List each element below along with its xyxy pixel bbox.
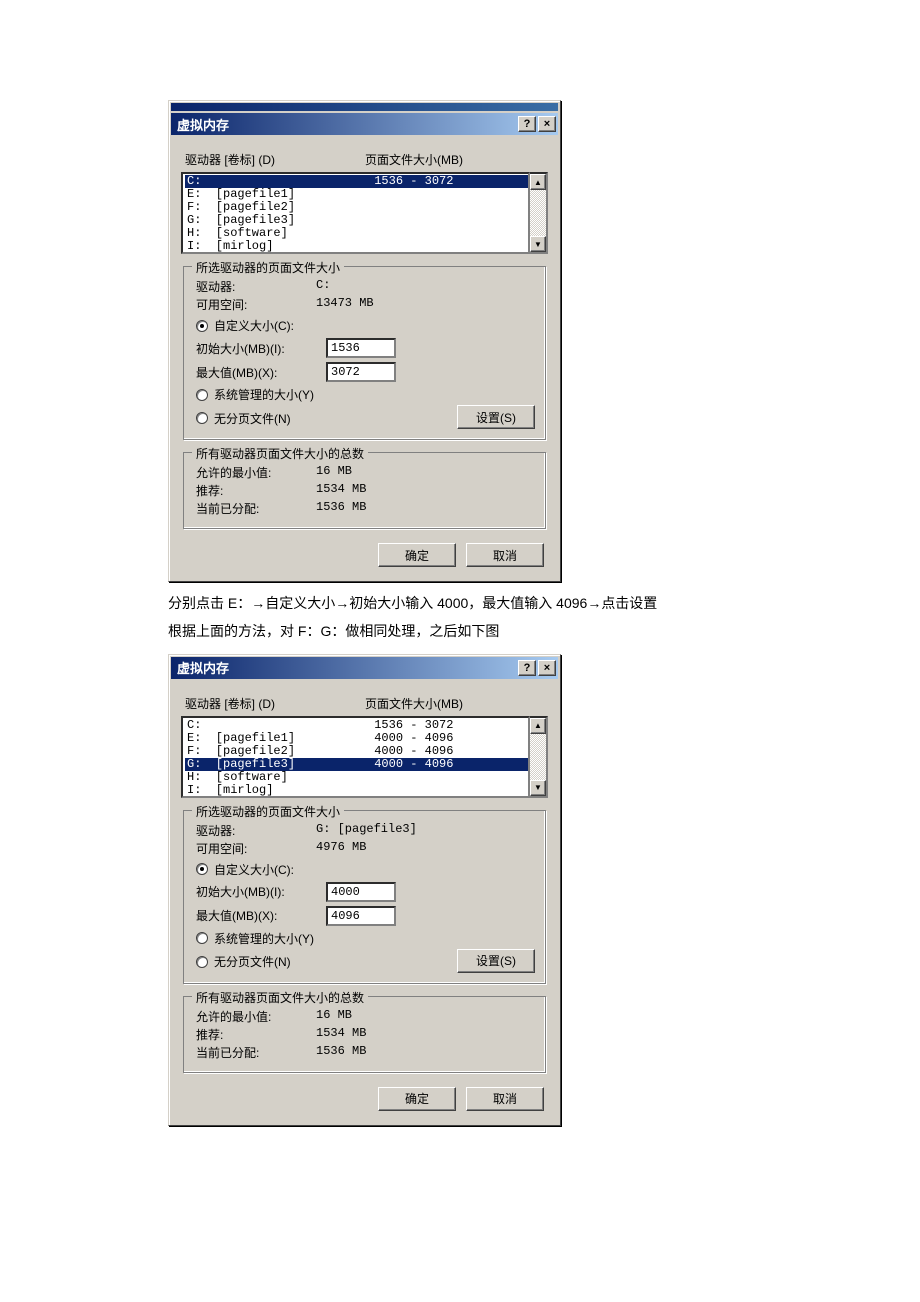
radio-icon [196,863,208,875]
scroll-down-icon[interactable]: ▼ [530,236,546,252]
virtual-memory-dialog-1: 虚拟内存 ? × 驱动器 [卷标] (D) 页面文件大小(MB) C: 1536… [168,100,561,582]
initial-size-input[interactable]: 1536 [326,338,396,358]
help-icon[interactable]: ? [518,116,536,132]
drive-list-item[interactable]: E: [pagefile1] 4000 - 4096 [185,732,528,745]
close-icon[interactable]: × [538,116,556,132]
header-drive: 驱动器 [卷标] (D) [185,695,365,712]
initial-size-input[interactable]: 4000 [326,882,396,902]
group-legend: 所有驱动器页面文件大小的总数 [192,989,368,1006]
cur-value: 1536 MB [316,500,366,517]
titlebar: 虚拟内存 ? × [171,113,558,135]
radio-label: 自定义大小(C): [214,861,294,878]
drive-list-item[interactable]: G: [pagefile3] 4000 - 4096 [185,758,528,771]
scroll-up-icon[interactable]: ▲ [530,174,546,190]
ok-button[interactable]: 确定 [378,543,456,567]
scroll-up-icon[interactable]: ▲ [530,718,546,734]
cur-value: 1536 MB [316,1044,366,1061]
group-legend: 所选驱动器的页面文件大小 [192,803,344,820]
radio-icon [196,389,208,401]
virtual-memory-dialog-2: 虚拟内存 ? × 驱动器 [卷标] (D) 页面文件大小(MB) C: 1536… [168,654,561,1126]
radio-icon [196,412,208,424]
cancel-button[interactable]: 取消 [466,543,544,567]
cancel-button[interactable]: 取消 [466,1087,544,1111]
totals-group: 所有驱动器页面文件大小的总数 允许的最小值:16 MB 推荐:1534 MB 当… [183,452,546,529]
space-label: 可用空间: [196,840,316,857]
max-size-label: 最大值(MB)(X): [196,907,326,924]
drive-label: 驱动器: [196,822,316,839]
drive-value: C: [316,278,330,295]
scrollbar[interactable]: ▲ ▼ [530,716,548,798]
radio-label: 系统管理的大小(Y) [214,386,314,403]
drive-list-item[interactable]: H: [software] [185,771,528,784]
space-value: 13473 MB [316,296,374,313]
drive-value: G: [pagefile3] [316,822,417,839]
radio-custom-size[interactable]: 自定义大小(C): [196,317,535,334]
drive-list-item[interactable]: I: [mirlog] [185,240,528,253]
initial-size-label: 初始大小(MB)(I): [196,883,326,900]
drive-list[interactable]: C: 1536 - 3072E: [pagefile1] 4000 - 4096… [181,716,530,798]
rec-value: 1534 MB [316,1026,366,1043]
titlebar: 虚拟内存 ? × [171,657,558,679]
space-label: 可用空间: [196,296,316,313]
selected-drive-group: 所选驱动器的页面文件大小 驱动器:C: 可用空间:13473 MB 自定义大小(… [183,266,546,440]
list-headers: 驱动器 [卷标] (D) 页面文件大小(MB) [185,151,548,168]
drive-list-item[interactable]: F: [pagefile2] 4000 - 4096 [185,745,528,758]
radio-label: 系统管理的大小(Y) [214,930,314,947]
radio-no-paging-file[interactable]: 无分页文件(N) [196,410,457,427]
totals-group: 所有驱动器页面文件大小的总数 允许的最小值:16 MB 推荐:1534 MB 当… [183,996,546,1073]
drive-list-item[interactable]: I: [mirlog] [185,784,528,797]
help-icon[interactable]: ? [518,660,536,676]
header-pagefile: 页面文件大小(MB) [365,151,463,168]
radio-icon [196,932,208,944]
scrollbar[interactable]: ▲ ▼ [530,172,548,254]
max-size-input[interactable]: 3072 [326,362,396,382]
cur-label: 当前已分配: [196,500,316,517]
radio-label: 自定义大小(C): [214,317,294,334]
min-value: 16 MB [316,464,352,481]
radio-custom-size[interactable]: 自定义大小(C): [196,861,535,878]
set-button[interactable]: 设置(S) [457,949,535,973]
min-value: 16 MB [316,1008,352,1025]
max-size-input[interactable]: 4096 [326,906,396,926]
rec-label: 推荐: [196,482,316,499]
drive-label: 驱动器: [196,278,316,295]
cur-label: 当前已分配: [196,1044,316,1061]
set-button[interactable]: 设置(S) [457,405,535,429]
scroll-down-icon[interactable]: ▼ [530,780,546,796]
drive-list-item[interactable]: C: 1536 - 3072 [185,719,528,732]
dialog-title: 虚拟内存 [177,658,516,677]
radio-icon [196,320,208,332]
ok-button[interactable]: 确定 [378,1087,456,1111]
group-legend: 所有驱动器页面文件大小的总数 [192,445,368,462]
radio-icon [196,956,208,968]
drive-list[interactable]: C: 1536 - 3072E: [pagefile1] F: [pagefil… [181,172,530,254]
max-size-label: 最大值(MB)(X): [196,364,326,381]
group-legend: 所选驱动器的页面文件大小 [192,259,344,276]
header-pagefile: 页面文件大小(MB) [365,695,463,712]
list-headers: 驱动器 [卷标] (D) 页面文件大小(MB) [185,695,548,712]
space-value: 4976 MB [316,840,366,857]
rec-label: 推荐: [196,1026,316,1043]
min-label: 允许的最小值: [196,1008,316,1025]
header-drive: 驱动器 [卷标] (D) [185,151,365,168]
instruction-paragraph-2: 根据上面的方法，对 F：G：做相同处理，之后如下图 [168,620,668,644]
instruction-paragraph-1: 分别点击 E：→自定义大小→初始大小输入 4000，最大值输入 4096→点击设… [168,592,668,616]
min-label: 允许的最小值: [196,464,316,481]
close-icon[interactable]: × [538,660,556,676]
radio-system-managed[interactable]: 系统管理的大小(Y) [196,386,535,403]
radio-no-paging-file[interactable]: 无分页文件(N) [196,953,457,970]
dialog-title: 虚拟内存 [177,115,516,134]
rec-value: 1534 MB [316,482,366,499]
radio-label: 无分页文件(N) [214,410,291,427]
radio-system-managed[interactable]: 系统管理的大小(Y) [196,930,535,947]
selected-drive-group: 所选驱动器的页面文件大小 驱动器:G: [pagefile3] 可用空间:497… [183,810,546,984]
initial-size-label: 初始大小(MB)(I): [196,340,326,357]
radio-label: 无分页文件(N) [214,953,291,970]
